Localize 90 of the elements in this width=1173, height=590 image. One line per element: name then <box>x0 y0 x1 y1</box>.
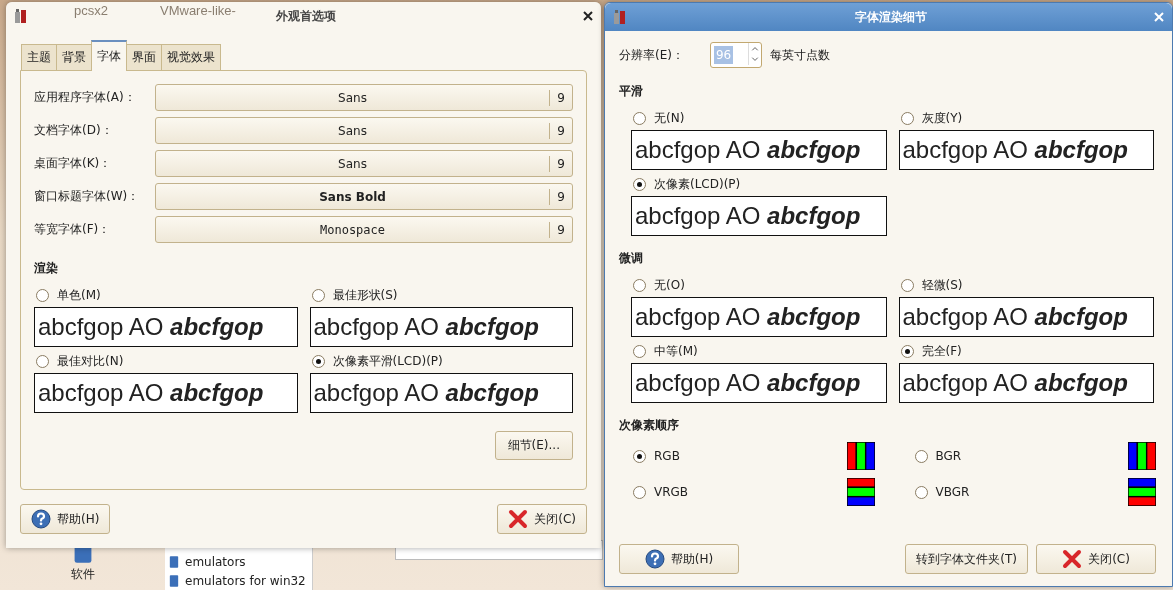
help-button[interactable]: 帮助(H) <box>20 504 111 534</box>
app-icon <box>14 8 28 24</box>
help-icon <box>644 549 665 569</box>
close-button[interactable]: 关闭(C) <box>497 504 587 534</box>
tab[interactable]: 界面 <box>126 44 162 70</box>
tab[interactable]: 背景 <box>56 44 92 70</box>
option-label[interactable]: 灰度(Y) <box>921 109 963 127</box>
font-label: 桌面字体(K)： <box>34 155 113 172</box>
option-label[interactable]: BGR <box>935 449 1120 463</box>
option-label[interactable]: 轻微(S) <box>921 276 963 294</box>
desktop-icon-label: 软件 <box>71 566 95 583</box>
font-picker-button[interactable]: Sans 9 <box>155 150 573 177</box>
option-label[interactable]: 完全(F) <box>921 342 962 360</box>
font-label: 窗口标题字体(W)： <box>34 188 141 205</box>
fonts-folder-button[interactable]: 转到字体文件夹(T) <box>905 544 1028 574</box>
radio-button[interactable] <box>633 449 646 463</box>
font-preview: abcfgop AO abcfgop <box>898 363 1154 403</box>
radio-button[interactable] <box>36 288 49 302</box>
subpixel-order-icon <box>1128 478 1156 506</box>
radio-button[interactable] <box>633 177 646 191</box>
radio-button[interactable] <box>633 111 646 125</box>
option-label[interactable]: 无(N) <box>654 109 685 127</box>
font-picker-button[interactable]: Monospace 9 <box>155 216 573 243</box>
option-label[interactable]: VBGR <box>935 485 1120 499</box>
font-picker-button[interactable]: Sans 9 <box>155 84 573 111</box>
font-picker-button[interactable]: Sans Bold 9 <box>155 183 573 210</box>
section-heading: 次像素顺序 <box>619 417 680 434</box>
subpixel-order-icon <box>1128 442 1156 470</box>
radio-button[interactable] <box>633 344 646 358</box>
option-label[interactable]: VRGB <box>654 485 839 499</box>
font-picker-button[interactable]: Sans 9 <box>155 117 573 144</box>
details-button[interactable]: 细节(E)... <box>494 431 573 460</box>
option-label[interactable]: 次像素(LCD)(P) <box>654 175 741 193</box>
desktop-icon-label[interactable]: VMware-like- <box>160 3 236 18</box>
option-label[interactable]: 次像素平滑(LCD)(P) <box>332 352 443 370</box>
radio-button[interactable] <box>36 354 49 368</box>
font-preview: abcfgop AO abcfgop <box>898 297 1154 337</box>
option-label[interactable]: 无(O) <box>654 276 685 294</box>
radio-button[interactable] <box>633 485 646 499</box>
file-list-item[interactable]: emulators <box>165 552 312 571</box>
close-icon <box>508 509 529 529</box>
radio-button[interactable] <box>900 111 914 125</box>
font-label: 等宽字体(F)： <box>34 221 112 238</box>
font-preview: abcfgop AO abcfgop <box>309 373 573 413</box>
app-icon <box>613 9 627 25</box>
unit-label: 每英寸点数 <box>769 46 830 64</box>
file-name: emulators <box>185 554 246 569</box>
tab[interactable]: 视觉效果 <box>161 44 221 70</box>
option-label[interactable]: 中等(M) <box>654 342 698 360</box>
font-preview: abcfgop AO abcfgop <box>34 307 298 347</box>
option-label[interactable]: RGB <box>654 449 839 463</box>
radio-button[interactable] <box>914 485 928 499</box>
window-title: 字体渲染细节 <box>854 8 927 26</box>
font-preview: abcfgop AO abcfgop <box>631 297 887 337</box>
close-icon <box>1062 549 1083 569</box>
resolution-label: 分辨率(E)： <box>619 46 684 64</box>
font-preview: abcfgop AO abcfgop <box>309 307 573 347</box>
help-icon <box>31 509 51 529</box>
tab[interactable]: 字体 <box>91 40 127 71</box>
font-preview: abcfgop AO abcfgop <box>631 130 887 170</box>
option-label[interactable]: 最佳对比(N) <box>57 352 124 370</box>
file-name: emulators for win32 <box>185 573 306 588</box>
subpixel-order-icon <box>846 442 875 470</box>
spin-arrows-icon[interactable] <box>747 43 761 65</box>
desktop-icon-label[interactable]: pcsx2 <box>74 3 108 18</box>
radio-button[interactable] <box>311 288 325 302</box>
option-label[interactable]: 单色(M) <box>57 286 101 304</box>
window-title: 外观首选项 <box>275 7 336 25</box>
font-preview: abcfgop AO abcfgop <box>34 373 298 413</box>
font-preview: abcfgop AO abcfgop <box>631 363 887 403</box>
section-heading: 渲染 <box>34 260 59 277</box>
tab[interactable]: 主题 <box>21 44 57 70</box>
radio-button[interactable] <box>311 354 325 368</box>
radio-button[interactable] <box>914 449 928 463</box>
help-button[interactable]: 帮助(H) <box>619 544 739 574</box>
folder-icon <box>169 554 179 569</box>
font-label: 文档字体(D)： <box>34 122 114 139</box>
folder-icon <box>169 573 179 588</box>
font-preview: abcfgop AO abcfgop <box>898 130 1154 170</box>
radio-button[interactable] <box>900 278 914 292</box>
section-heading: 平滑 <box>619 83 644 100</box>
radio-button[interactable] <box>633 278 646 292</box>
option-label[interactable]: 最佳形状(S) <box>332 286 398 304</box>
font-preview: abcfgop AO abcfgop <box>631 196 887 236</box>
close-button[interactable]: 关闭(C) <box>1036 544 1156 574</box>
radio-button[interactable] <box>900 344 914 358</box>
font-label: 应用程序字体(A)： <box>34 89 137 106</box>
section-heading: 微调 <box>619 250 644 267</box>
file-list-item[interactable]: emulators for win32 <box>165 571 312 590</box>
subpixel-order-icon <box>846 478 875 506</box>
